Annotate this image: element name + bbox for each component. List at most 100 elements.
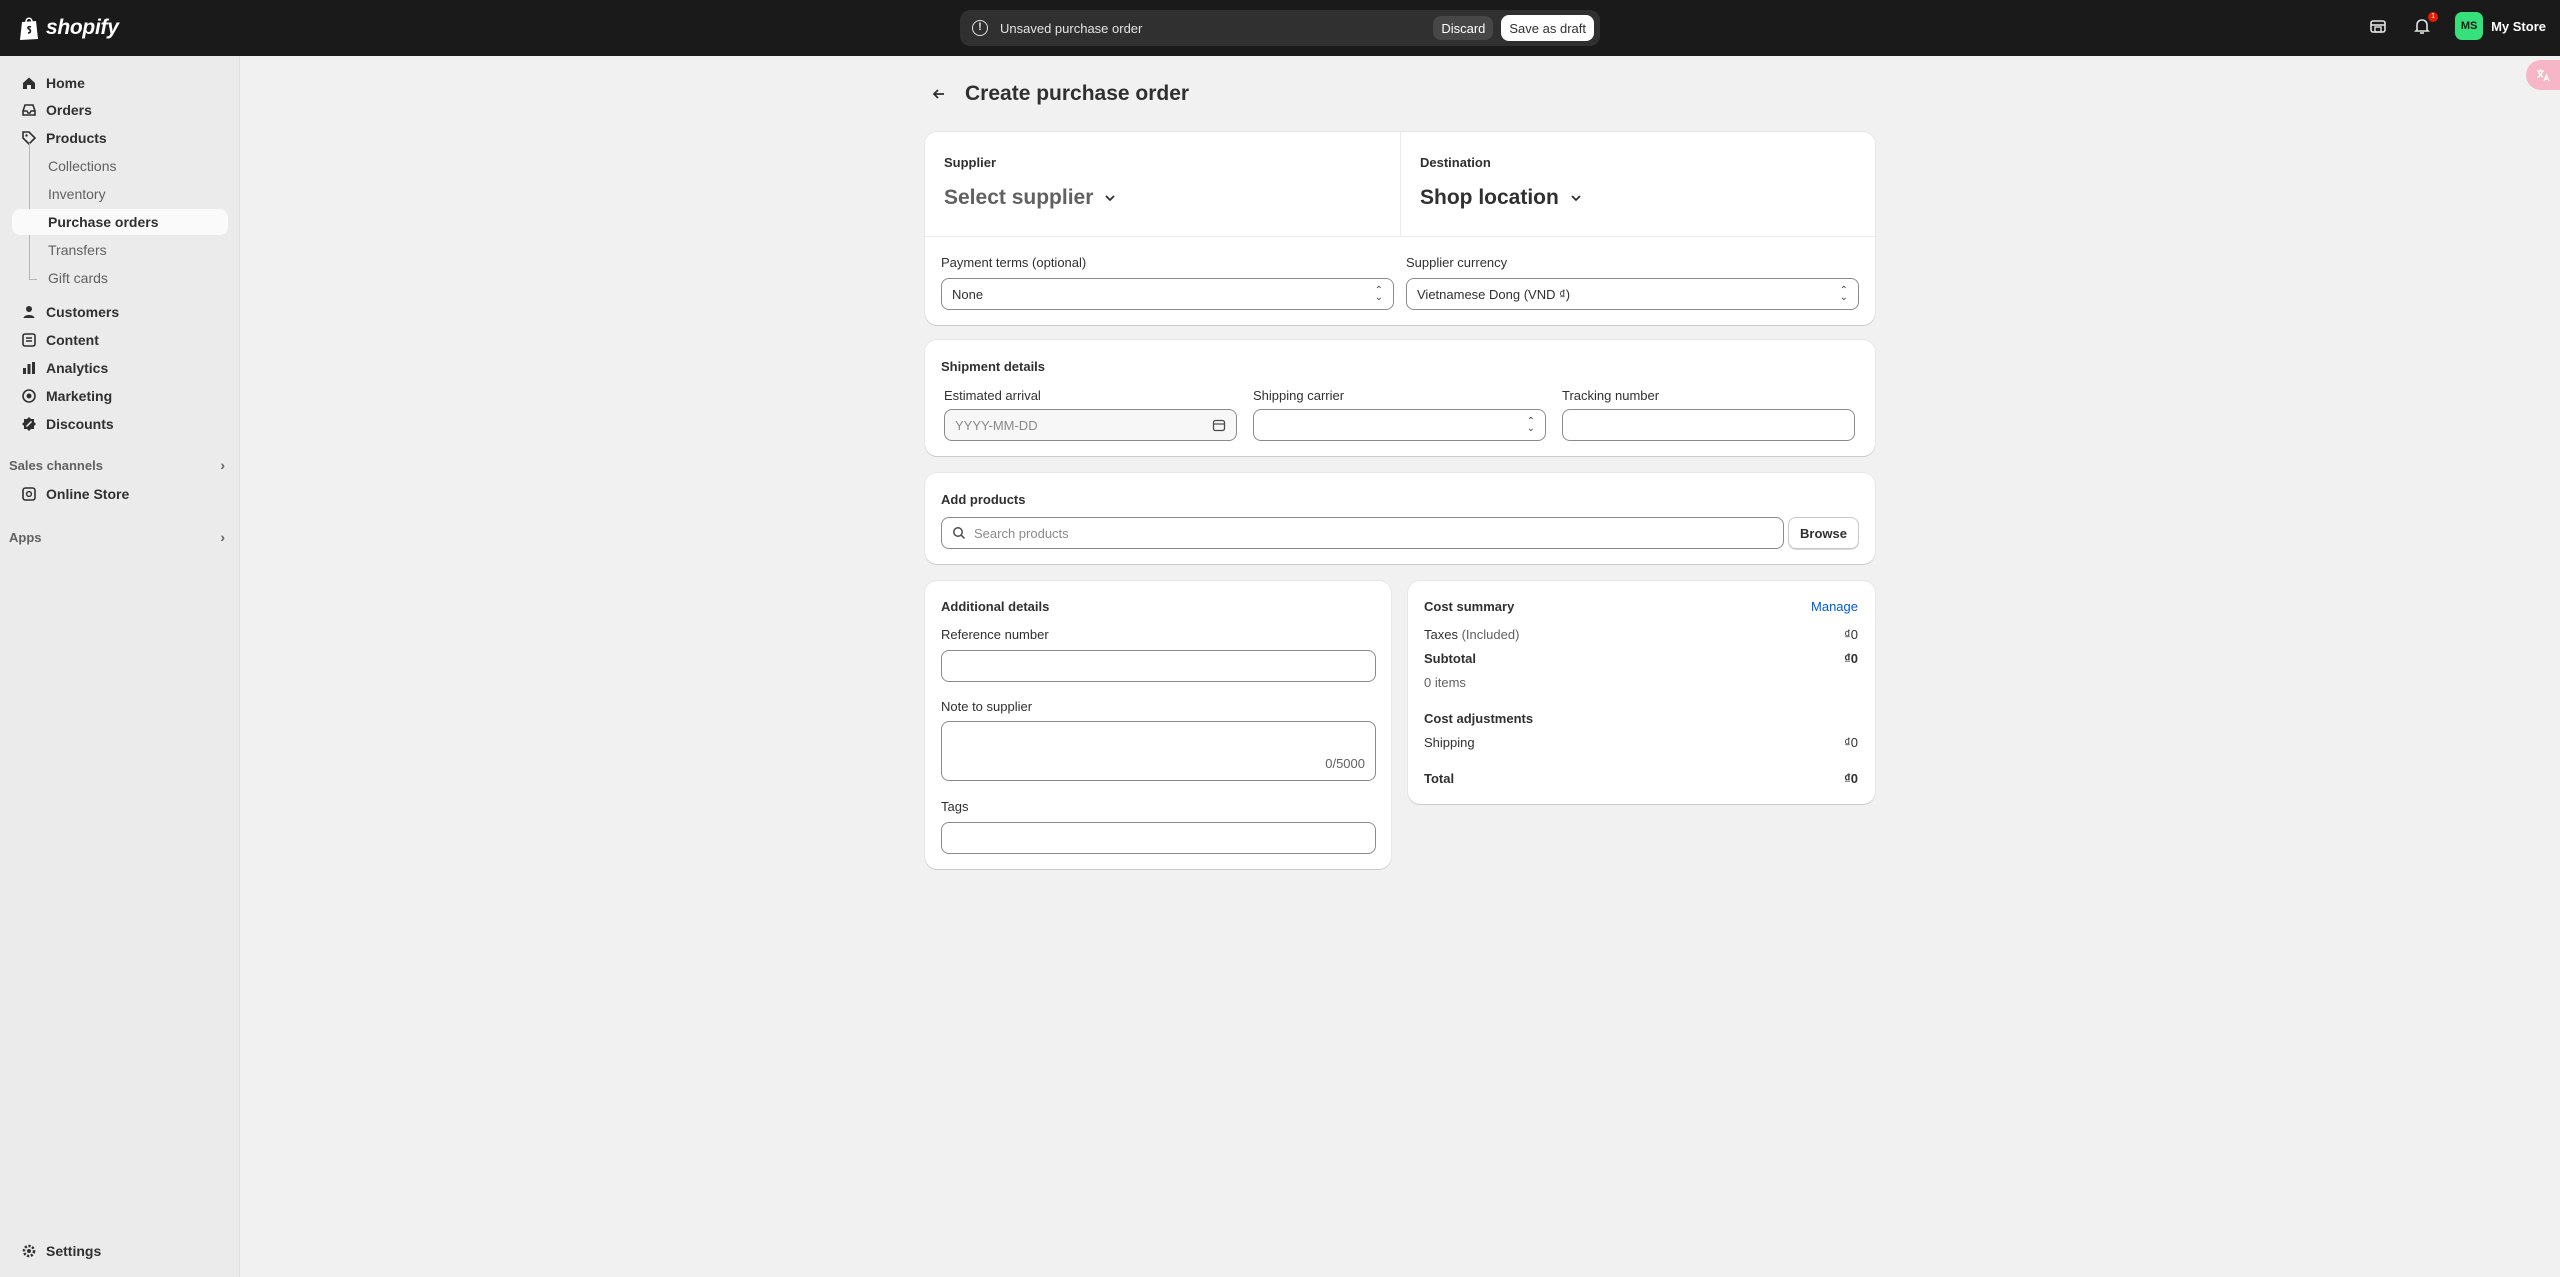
cost-summary-header: Cost summary Manage [1424,599,1858,614]
sidebar-item-collections[interactable]: Collections [12,153,228,179]
destination-dropdown[interactable]: Shop location [1420,186,1583,210]
cost-adjustments-row: Cost adjustments [1424,711,1858,726]
estimated-arrival-input[interactable]: YYYY-MM-DD [944,409,1237,441]
calendar-icon [1212,419,1226,432]
select-supplier-dropdown[interactable]: Select supplier [944,186,1117,210]
sidebar-item-gift-cards[interactable]: Gift cards [12,265,228,291]
sidebar-item-home[interactable]: Home [12,70,228,96]
divider [925,236,1875,237]
browse-button[interactable]: Browse [1788,517,1859,549]
sidebar-item-label: Settings [46,1243,102,1259]
destination-value: Shop location [1420,186,1559,209]
sidebar: Home Orders Products Collections Invento… [0,56,240,1277]
discard-button[interactable]: Discard [1433,16,1494,40]
gear-icon [20,1242,38,1260]
payment-terms-select[interactable]: None ⌃ ⌄ [941,278,1394,310]
sidebar-item-label: Home [46,75,85,91]
destination-label: Destination [1420,155,1491,170]
tracking-number-input[interactable] [1562,409,1855,441]
payment-terms-value: None [952,286,984,302]
sidebar-item-discounts[interactable]: Discounts [12,411,228,437]
sidebar-item-orders[interactable]: Orders [12,97,228,123]
payment-terms-label: Payment terms (optional) [941,255,1087,270]
chevron-down-icon [1571,195,1581,202]
sales-channels-section[interactable]: Sales channels › [9,455,225,475]
chevron-down-icon [1105,195,1116,202]
reference-number-label: Reference number [941,627,1049,642]
shipping-carrier-select[interactable]: ⌃ ⌄ [1253,409,1546,441]
sidebar-item-label: Marketing [46,388,113,404]
logo-text: shopify [46,16,119,39]
shopify-logo[interactable]: shopify [18,15,119,41]
translate-icon [2537,69,2550,82]
sidebar-item-label: Orders [46,102,92,118]
search-products-input[interactable]: Search products [941,517,1784,549]
select-arrows-icon: ⌃ ⌄ [1839,285,1848,303]
home-icon [20,74,38,92]
back-arrow-icon[interactable] [925,80,953,108]
section-title: Sales channels [9,457,103,473]
sidebar-item-label: Analytics [46,360,109,376]
manage-link[interactable]: Manage [1811,599,1858,614]
store-menu[interactable]: MS My Store [2455,12,2546,40]
taxes-note: (Included) [1461,627,1520,642]
info-icon: ! [972,20,988,36]
inbox-icon [20,101,38,119]
sidebar-item-label: Discounts [46,416,114,432]
cost-summary-title: Cost summary [1424,599,1515,614]
save-as-draft-button[interactable]: Save as draft [1501,15,1594,41]
sidebar-item-marketing[interactable]: Marketing [12,383,228,409]
chevron-right-icon: › [220,457,225,473]
bell-icon[interactable]: 1 [2411,12,2439,37]
items-count-row: 0 items [1424,675,1858,690]
sidebar-item-label: Products [46,130,107,146]
select-arrows-icon: ⌃ ⌄ [1374,285,1383,303]
subtotal-label: Subtotal [1424,651,1476,666]
store-switch-icon[interactable] [2367,15,2389,37]
unsaved-message: Unsaved purchase order [1000,20,1143,36]
select-arrows-icon: ⌃ ⌄ [1526,416,1535,434]
sidebar-item-label: Content [46,332,99,348]
taxes-label: Taxes [1424,627,1458,642]
topbar-actions: 1 MS My Store [2367,12,2546,40]
translate-widget[interactable] [2526,60,2560,90]
subtotal-row: Subtotal ₫0 [1424,651,1858,666]
cost-adjustments-title: Cost adjustments [1424,711,1534,726]
tags-label: Tags [941,799,969,814]
additional-details-title: Additional details [941,599,1050,614]
avatar: MS [2455,12,2484,40]
page-title: Create purchase order [965,82,1190,105]
store-icon [20,485,38,503]
sidebar-item-purchase-orders[interactable]: Purchase orders [12,209,228,235]
section-title: Apps [9,529,42,545]
person-icon [20,303,38,321]
sidebar-item-products[interactable]: Products [12,125,228,151]
supplier-currency-value: Vietnamese Dong (VND ₫) [1417,286,1571,302]
taxes-value: ₫0 [1844,627,1858,642]
reference-number-input[interactable] [941,650,1376,682]
supplier-currency-select[interactable]: Vietnamese Dong (VND ₫) ⌃ ⌄ [1406,278,1859,310]
note-to-supplier-textarea[interactable]: 0/5000 [941,721,1376,781]
note-character-counter: 0/5000 [1325,756,1365,771]
shipment-details-title: Shipment details [941,359,1046,374]
sidebar-item-customers[interactable]: Customers [12,299,228,325]
tags-input[interactable] [941,822,1376,854]
sidebar-item-settings[interactable]: Settings [12,1238,228,1264]
shopify-bag-icon [20,17,38,40]
taxes-row: Taxes (Included) ₫0 [1424,627,1858,642]
items-count: 0 items [1424,675,1466,690]
chevron-right-icon: › [220,529,225,545]
sidebar-item-analytics[interactable]: Analytics [12,355,228,381]
store-name: My Store [2491,18,2546,34]
sidebar-item-inventory[interactable]: Inventory [12,181,228,207]
sidebar-item-transfers[interactable]: Transfers [12,237,228,263]
apps-section[interactable]: Apps › [9,527,225,547]
sidebar-item-content[interactable]: Content [12,327,228,353]
sidebar-item-label: Customers [46,304,120,320]
total-row: Total ₫0 [1424,771,1858,786]
search-products-placeholder: Search products [974,525,1069,541]
top-bar: shopify ! Unsaved purchase order Discard… [0,0,2560,56]
sidebar-item-online-store[interactable]: Online Store [12,481,228,507]
total-value: ₫0 [1844,771,1858,786]
supplier-label: Supplier [944,155,997,170]
